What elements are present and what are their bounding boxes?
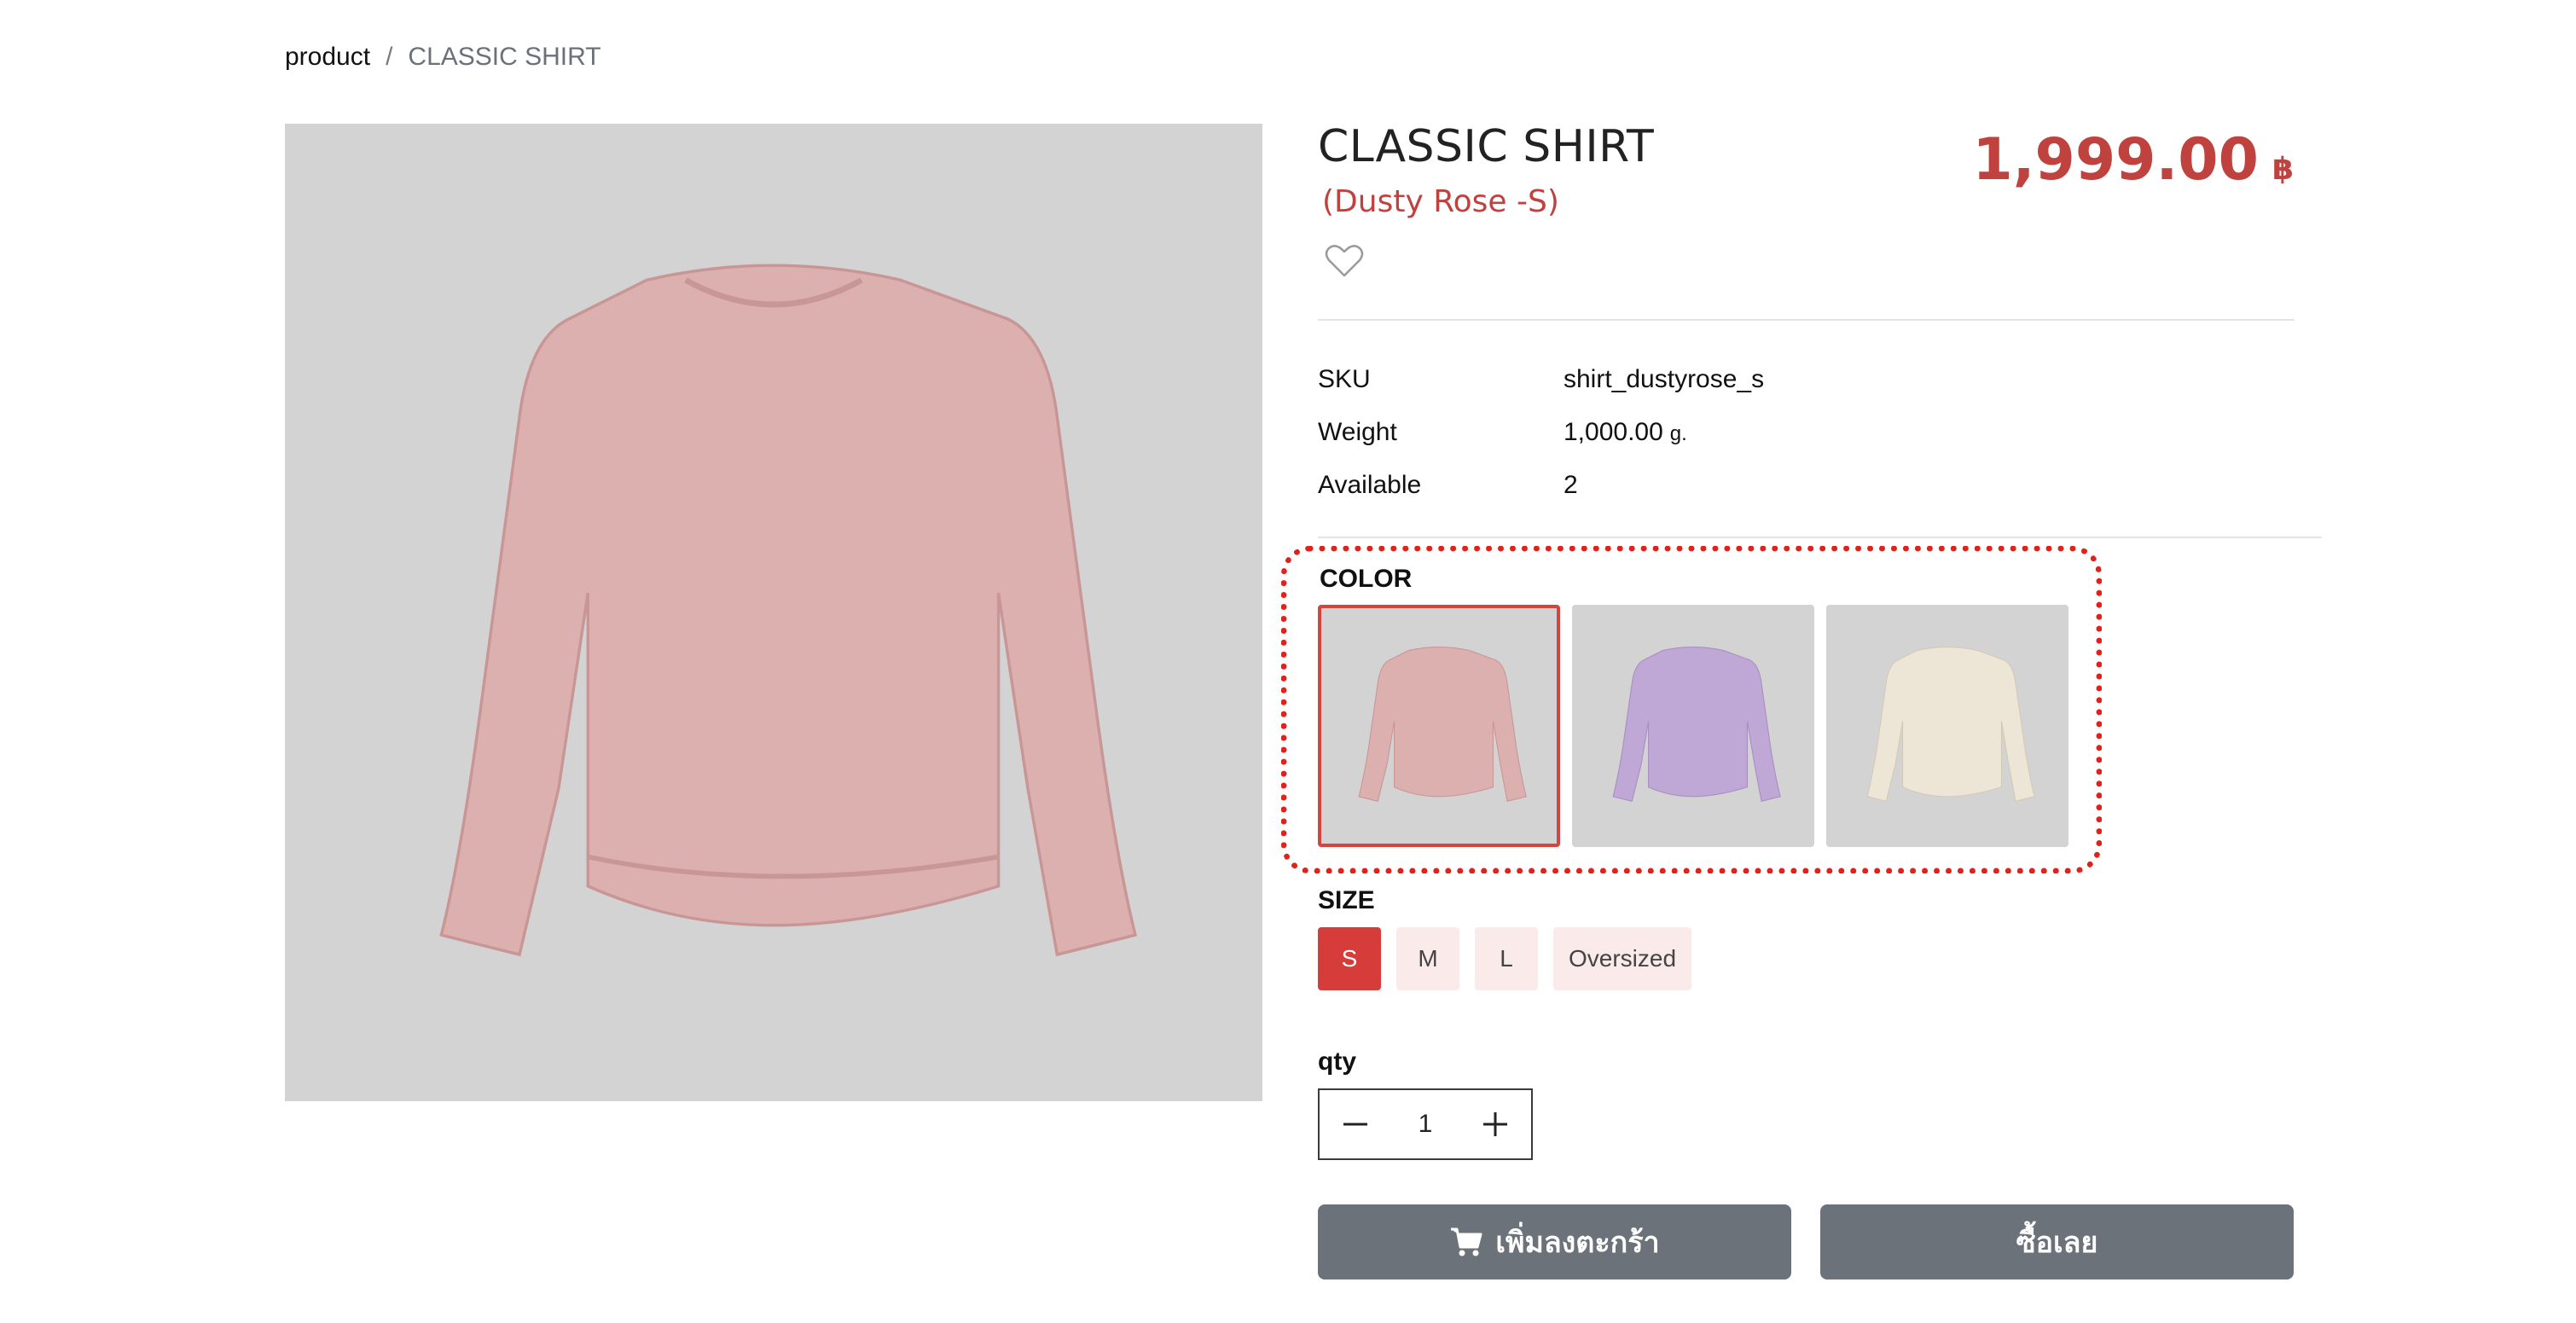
add-to-cart-button[interactable]: เพิ่มลงตะกร้า bbox=[1318, 1204, 1791, 1279]
price-amount: 1,999.00 bbox=[1972, 126, 2259, 194]
breadcrumb-separator: / bbox=[386, 43, 393, 71]
size-option-s[interactable]: S bbox=[1318, 927, 1381, 990]
buy-now-button[interactable]: ซื้อเลย bbox=[1820, 1204, 2294, 1279]
spec-label: Available bbox=[1318, 471, 1422, 499]
price-currency: ฿ bbox=[2271, 152, 2294, 187]
spec-row-sku: SKU shirt_dustyrose_s bbox=[1318, 353, 1915, 406]
spec-value: shirt_dustyrose_s bbox=[1564, 365, 1765, 393]
sweater-image bbox=[439, 264, 1138, 957]
minus-icon[interactable] bbox=[1320, 1090, 1391, 1158]
product-title: CLASSIC SHIRT bbox=[1318, 121, 1655, 172]
sweater-image bbox=[1612, 647, 1781, 802]
color-label: COLOR bbox=[1320, 565, 1413, 593]
spec-row-weight: Weight 1,000.00 g. bbox=[1318, 406, 1915, 459]
color-swatch-cream[interactable] bbox=[1826, 605, 2068, 847]
divider bbox=[1318, 537, 2322, 538]
size-options: S M L Oversized bbox=[1318, 927, 1692, 990]
cart-icon bbox=[1451, 1227, 1482, 1256]
qty-label: qty bbox=[1318, 1047, 1356, 1076]
spec-label: Weight bbox=[1318, 418, 1397, 446]
color-swatches bbox=[1318, 605, 2068, 847]
spec-value: 1,000.00 g. bbox=[1564, 418, 1687, 447]
breadcrumb: product / CLASSIC SHIRT bbox=[285, 43, 601, 72]
weight-unit: g. bbox=[1669, 422, 1687, 445]
spec-table: SKU shirt_dustyrose_s Weight 1,000.00 g. … bbox=[1318, 353, 1915, 512]
spec-value: 2 bbox=[1564, 471, 1578, 499]
size-option-oversized[interactable]: Oversized bbox=[1553, 927, 1692, 990]
buy-now-label: ซื้อเลย bbox=[2016, 1226, 2098, 1260]
size-option-l[interactable]: L bbox=[1475, 927, 1538, 990]
sweater-image bbox=[1866, 647, 2035, 802]
product-variant: (Dusty Rose -S) bbox=[1322, 184, 1559, 219]
sweater-body bbox=[439, 264, 1138, 957]
weight-value: 1,000.00 bbox=[1564, 418, 1663, 446]
color-swatch-dusty-rose[interactable] bbox=[1318, 605, 1560, 847]
breadcrumb-product-link[interactable]: product bbox=[285, 43, 370, 72]
breadcrumb-current: CLASSIC SHIRT bbox=[408, 43, 601, 71]
quantity-input[interactable] bbox=[1391, 1090, 1459, 1158]
plus-icon[interactable] bbox=[1459, 1090, 1531, 1158]
size-label: SIZE bbox=[1318, 886, 1375, 914]
spec-label: SKU bbox=[1318, 365, 1371, 393]
heart-icon[interactable] bbox=[1324, 241, 1365, 279]
spec-row-available: Available 2 bbox=[1318, 459, 1915, 512]
size-option-m[interactable]: M bbox=[1396, 927, 1459, 990]
add-to-cart-label: เพิ่มลงตะกร้า bbox=[1495, 1226, 1660, 1260]
product-price: 1,999.00 ฿ bbox=[1972, 126, 2294, 194]
sweater-image bbox=[1358, 647, 1527, 802]
product-main-image[interactable] bbox=[285, 124, 1262, 1101]
color-swatch-lavender[interactable] bbox=[1572, 605, 1814, 847]
divider bbox=[1318, 319, 2295, 321]
quantity-stepper bbox=[1318, 1088, 1533, 1160]
